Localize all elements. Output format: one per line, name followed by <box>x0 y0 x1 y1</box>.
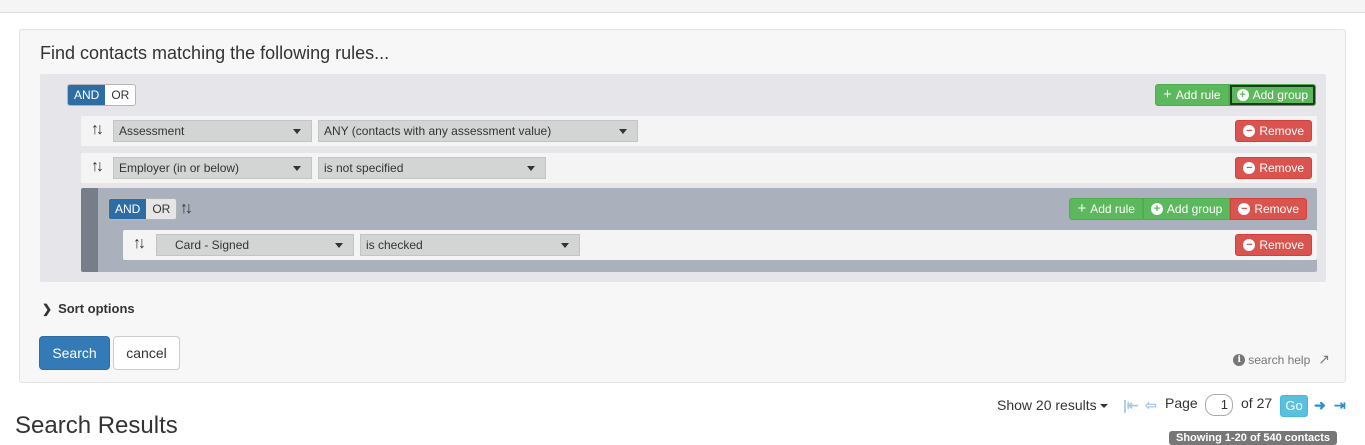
info-icon: i <box>1233 353 1246 366</box>
plus-circle-icon: + <box>1236 89 1249 101</box>
page-label: Page <box>1165 395 1198 411</box>
top-bar <box>0 0 1365 13</box>
search-help-link[interactable]: i search help ↗ <box>1233 351 1330 368</box>
previous-page-icon[interactable]: ⇦ <box>1145 397 1157 414</box>
chevron-down-icon <box>561 243 569 248</box>
nested-rule-group: AND OR ↑↓ + Add rule + Add group − Remov… <box>81 188 1317 272</box>
nested-or-button[interactable]: OR <box>146 199 177 219</box>
page-number-input[interactable]: 1 <box>1205 394 1233 416</box>
last-page-icon[interactable]: ⇥ <box>1334 397 1346 414</box>
rule-operator-select[interactable]: ANY (contacts with any assessment value) <box>318 120 638 142</box>
caret-down-icon <box>1099 404 1108 409</box>
external-link-icon: ↗ <box>1318 351 1330 367</box>
minus-circle-icon: − <box>1238 203 1251 215</box>
root-condition-toggle: AND OR <box>67 84 137 106</box>
search-button[interactable]: Search <box>39 336 110 370</box>
drag-sort-icon[interactable]: ↑↓ <box>180 200 193 218</box>
root-add-rule-button[interactable]: + Add rule <box>1155 84 1229 106</box>
cancel-button[interactable]: cancel <box>113 336 180 370</box>
chevron-down-icon <box>527 166 535 171</box>
plus-circle-icon: + <box>1150 203 1163 215</box>
root-add-group-button[interactable]: + Add group <box>1228 84 1316 106</box>
minus-circle-icon: − <box>1243 239 1256 251</box>
drag-sort-icon[interactable]: ↑↓ <box>133 235 146 253</box>
rule-remove-button[interactable]: − Remove <box>1235 157 1312 179</box>
drag-sort-icon[interactable]: ↑↓ <box>91 121 104 139</box>
rule-operator-select[interactable]: is checked <box>360 234 580 256</box>
rule-field-select[interactable]: Assessment <box>113 120 312 142</box>
rule-row: ↑↓ Employer (in or below) is not specifi… <box>81 153 1317 183</box>
sort-options-toggle[interactable]: ❯ Sort options <box>42 301 135 316</box>
nested-add-rule-button[interactable]: + Add rule <box>1069 198 1143 220</box>
nested-group-actions: + Add rule + Add group − Remove <box>1069 198 1307 220</box>
minus-circle-icon: − <box>1243 125 1256 137</box>
panel-title: Find contacts matching the following rul… <box>40 43 390 63</box>
show-results-dropdown[interactable]: Show 20 results <box>997 397 1108 413</box>
root-rule-group: AND OR + Add rule + Add group ↑↓ Assessm… <box>40 74 1326 282</box>
rule-field-select[interactable]: Card - Signed <box>156 234 354 256</box>
nested-remove-group-button[interactable]: − Remove <box>1230 198 1307 220</box>
rule-operator-select[interactable]: is not specified <box>318 157 546 179</box>
minus-circle-icon: − <box>1243 162 1256 174</box>
root-and-button[interactable]: AND <box>68 85 106 105</box>
results-count-badge: Showing 1-20 of 540 contacts <box>1169 431 1338 445</box>
root-group-actions: + Add rule + Add group <box>1155 84 1316 106</box>
plus-icon: + <box>1077 200 1087 217</box>
go-button[interactable]: Go <box>1280 395 1308 417</box>
chevron-right-icon: ❯ <box>42 302 53 316</box>
drag-sort-icon[interactable]: ↑↓ <box>91 158 104 176</box>
rule-row: ↑↓ Card - Signed is checked − Remove <box>123 230 1317 260</box>
next-page-icon[interactable]: ➜ <box>1314 397 1326 414</box>
chevron-down-icon <box>619 129 627 134</box>
plus-icon: + <box>1163 86 1172 103</box>
search-rules-panel: Find contacts matching the following rul… <box>19 29 1346 383</box>
rule-field-select[interactable]: Employer (in or below) <box>113 157 312 179</box>
rule-remove-button[interactable]: − Remove <box>1235 120 1312 142</box>
chevron-down-icon <box>335 243 343 248</box>
rule-remove-button[interactable]: − Remove <box>1235 234 1312 256</box>
nested-add-group-button[interactable]: + Add group <box>1142 198 1231 220</box>
nested-condition-toggle: AND OR <box>108 198 178 220</box>
root-or-button[interactable]: OR <box>105 85 136 105</box>
chevron-down-icon <box>293 166 301 171</box>
nested-and-button[interactable]: AND <box>109 199 147 219</box>
chevron-down-icon <box>293 129 301 134</box>
search-results-heading: Search Results <box>15 412 178 439</box>
first-page-icon[interactable]: |⇤ <box>1123 397 1139 414</box>
page-of-label: of 27 <box>1241 395 1273 411</box>
rule-row: ↑↓ Assessment ANY (contacts with any ass… <box>81 116 1317 146</box>
